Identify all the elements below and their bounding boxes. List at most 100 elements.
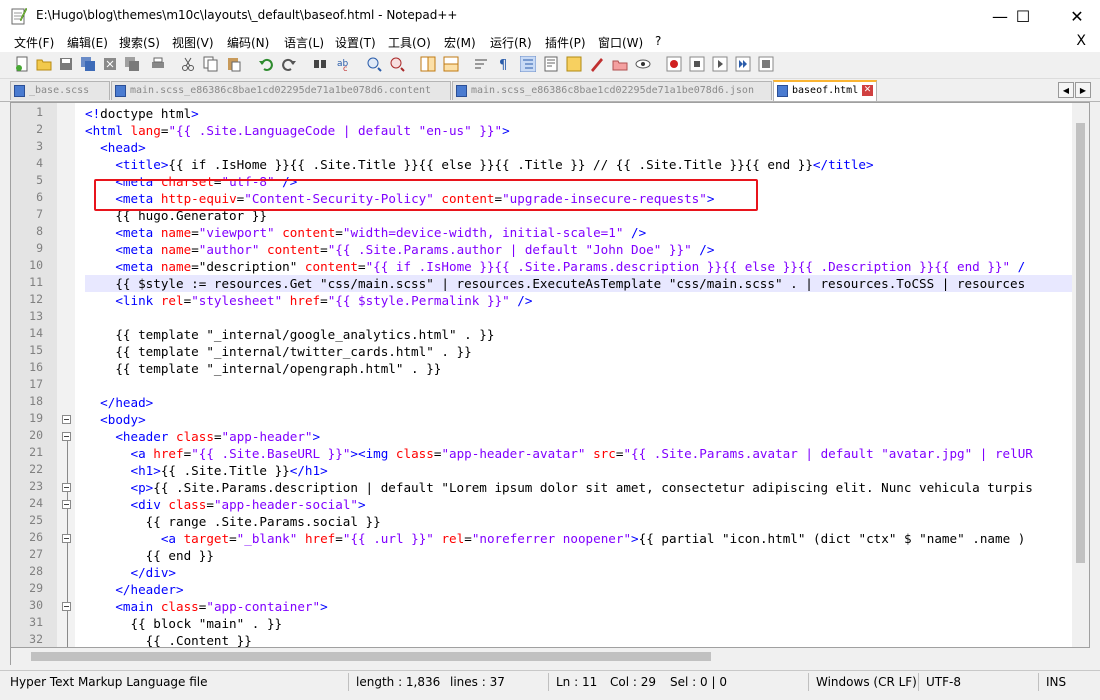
save-macro-icon[interactable] xyxy=(758,56,774,72)
undo-icon[interactable] xyxy=(258,56,274,72)
menu-window[interactable]: 窗口(W) xyxy=(598,34,643,51)
menu-edit[interactable]: 编辑(E) xyxy=(67,34,108,51)
code-token: "app-container" xyxy=(206,599,321,614)
code-line[interactable]: {{ template "_internal/opengraph.html" .… xyxy=(85,360,441,377)
menu-search[interactable]: 搜索(S) xyxy=(119,34,160,51)
code-line[interactable]: {{ .Content }} xyxy=(85,632,252,647)
record-macro-icon[interactable] xyxy=(666,56,682,72)
zoom-out-icon[interactable] xyxy=(389,56,405,72)
tab-main-scss-content[interactable]: main.scss_e86386c8bae1cd02295de71a1be078… xyxy=(111,81,451,100)
replace-icon[interactable]: abc xyxy=(336,56,352,72)
code-line[interactable]: <div class="app-header-social"> xyxy=(85,496,366,513)
code-line[interactable]: <a target="_blank" href="{{ .url }}" rel… xyxy=(85,530,1026,547)
monitoring-icon[interactable] xyxy=(635,56,651,72)
new-file-icon[interactable] xyxy=(14,56,30,72)
line-number: 30 xyxy=(29,598,43,612)
code-line[interactable]: <html lang="{{ .Site.LanguageCode | defa… xyxy=(85,122,510,139)
horizontal-scrollbar[interactable] xyxy=(10,648,1074,665)
line-number: 26 xyxy=(29,530,43,544)
close-all-icon[interactable] xyxy=(124,56,140,72)
code-line[interactable]: {{ $style := resources.Get "css/main.scs… xyxy=(85,275,1075,292)
tab-scroll-left-button[interactable]: ◀ xyxy=(1058,82,1074,98)
print-icon[interactable] xyxy=(150,56,166,72)
folder-workspace-icon[interactable] xyxy=(589,56,605,72)
code-line[interactable]: <meta name="author" content="{{ .Site.Pa… xyxy=(85,241,714,258)
function-list-icon[interactable] xyxy=(566,56,582,72)
copy-icon[interactable] xyxy=(203,56,219,72)
code-line[interactable]: {{ template "_internal/twitter_cards.htm… xyxy=(85,343,471,360)
code-line[interactable]: {{ template "_internal/google_analytics.… xyxy=(85,326,494,343)
code-line[interactable]: <main class="app-container"> xyxy=(85,598,327,615)
code-line[interactable]: <title>{{ if .IsHome }}{{ .Site.Title }}… xyxy=(85,156,873,173)
menu-macro[interactable]: 宏(M) xyxy=(444,34,476,51)
fold-toggle-p[interactable] xyxy=(62,483,71,492)
menu-file[interactable]: 文件(F) xyxy=(14,34,54,51)
close-document-button[interactable]: X xyxy=(1076,33,1086,49)
menu-settings[interactable]: 设置(T) xyxy=(335,34,376,51)
code-token: <meta xyxy=(115,242,161,257)
open-file-icon[interactable] xyxy=(36,56,52,72)
code-line[interactable]: <a href="{{ .Site.BaseURL }}"><img class… xyxy=(85,445,1033,462)
fold-toggle-header[interactable] xyxy=(62,432,71,441)
code-line[interactable]: <head> xyxy=(85,139,146,156)
menu-language[interactable]: 语言(L) xyxy=(284,34,324,51)
tab-scroll-right-button[interactable]: ▶ xyxy=(1075,82,1091,98)
zoom-in-icon[interactable] xyxy=(366,56,382,72)
menu-tools[interactable]: 工具(O) xyxy=(388,34,431,51)
sync-horizontal-icon[interactable] xyxy=(443,56,459,72)
code-line[interactable]: </head> xyxy=(85,394,153,411)
doc-map-icon[interactable] xyxy=(543,56,559,72)
maximize-button[interactable]: ☐ xyxy=(1000,0,1046,32)
highlight-box xyxy=(94,179,758,211)
menu-view[interactable]: 视图(V) xyxy=(172,34,214,51)
code-line[interactable]: <link rel="stylesheet" href="{{ $style.P… xyxy=(85,292,532,309)
indent-guide-icon[interactable] xyxy=(520,56,536,72)
code-line[interactable]: <h1>{{ .Site.Title }}</h1> xyxy=(85,462,328,479)
word-wrap-icon[interactable] xyxy=(473,56,489,72)
code-line[interactable]: <meta name="viewport" content="width=dev… xyxy=(85,224,646,241)
code-editor[interactable]: 1 2 3 4 5 6 7 8 9 10 11 12 13 14 15 16 17 18 19 20 21 22 23 24 2… xyxy=(10,102,1090,648)
vertical-scroll-thumb[interactable] xyxy=(1076,123,1085,563)
menu-plugins[interactable]: 插件(P) xyxy=(545,34,586,51)
code-line[interactable]: <body> xyxy=(85,411,146,428)
code-line[interactable]: <!doctype html> xyxy=(85,105,199,122)
fold-toggle-div[interactable] xyxy=(62,500,71,509)
code-token: </header> xyxy=(115,582,184,597)
tab-base-scss[interactable]: _base.scss xyxy=(10,81,110,100)
run-macro-multiple-icon[interactable] xyxy=(735,56,751,72)
find-icon[interactable] xyxy=(312,56,328,72)
code-line[interactable]: <meta name="description" content="{{ if … xyxy=(85,258,1025,275)
tab-main-scss-json[interactable]: main.scss_e86386c8bae1cd02295de71a1be078… xyxy=(452,81,772,100)
show-all-chars-icon[interactable]: ¶ xyxy=(496,56,512,72)
vertical-scrollbar[interactable] xyxy=(1072,103,1089,647)
code-line[interactable]: </div> xyxy=(85,564,177,581)
tab-baseof-html[interactable]: baseof.html ✕ xyxy=(773,80,877,101)
project-icon[interactable] xyxy=(612,56,628,72)
fold-toggle-a[interactable] xyxy=(62,534,71,543)
stop-macro-icon[interactable] xyxy=(689,56,705,72)
code-line[interactable]: </header> xyxy=(85,581,184,598)
redo-icon[interactable] xyxy=(281,56,297,72)
code-line[interactable]: {{ range .Site.Params.social }} xyxy=(85,513,381,530)
fold-toggle-main[interactable] xyxy=(62,602,71,611)
horizontal-scroll-thumb[interactable] xyxy=(31,652,711,661)
code-token: = xyxy=(335,225,343,240)
close-file-icon[interactable] xyxy=(102,56,118,72)
save-icon[interactable] xyxy=(58,56,74,72)
code-line[interactable]: <p>{{ .Site.Params.description | default… xyxy=(85,479,1033,496)
cut-icon[interactable] xyxy=(180,56,196,72)
play-macro-icon[interactable] xyxy=(712,56,728,72)
save-all-icon[interactable] xyxy=(80,56,96,72)
sync-vertical-icon[interactable] xyxy=(420,56,436,72)
code-line[interactable]: <header class="app-header"> xyxy=(85,428,320,445)
menu-run[interactable]: 运行(R) xyxy=(490,34,532,51)
code-line[interactable]: {{ end }} xyxy=(85,547,214,564)
close-button[interactable]: ✕ xyxy=(1054,0,1100,32)
fold-toggle-body[interactable] xyxy=(62,415,71,424)
close-tab-icon[interactable]: ✕ xyxy=(862,85,873,96)
code-token: "width=device-width, initial-scale=1" xyxy=(342,225,624,240)
code-line[interactable]: {{ block "main" . }} xyxy=(85,615,282,632)
paste-icon[interactable] xyxy=(226,56,242,72)
menu-help[interactable]: ? xyxy=(655,34,661,48)
menu-encoding[interactable]: 编码(N) xyxy=(227,34,269,51)
